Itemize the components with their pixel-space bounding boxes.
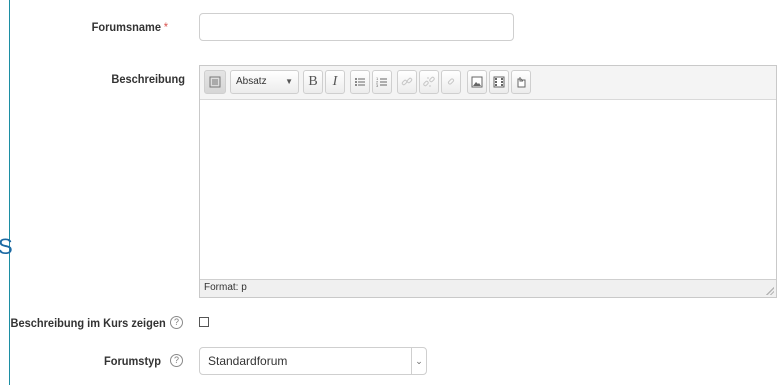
- forum-type-select[interactable]: Standardforum ⌄: [199, 347, 427, 375]
- required-marker: *: [163, 20, 168, 34]
- paragraph-format-value: Absatz: [236, 76, 267, 87]
- paragraph-format-select[interactable]: Absatz ▼: [230, 70, 299, 94]
- image-icon: [471, 76, 483, 88]
- bold-button[interactable]: B: [303, 70, 323, 94]
- help-icon[interactable]: ?: [170, 316, 183, 329]
- media-button[interactable]: [489, 70, 509, 94]
- unordered-list-button[interactable]: [350, 70, 370, 94]
- forum-type-value: Standardforum: [208, 354, 288, 368]
- forumname-label-text: Forumsname: [91, 20, 161, 34]
- editor-content-area[interactable]: [200, 100, 776, 280]
- file-icon: [517, 77, 526, 88]
- anchor-button[interactable]: [441, 70, 461, 94]
- edge-letter: S: [0, 234, 13, 259]
- forum-type-label: Forumstyp: [103, 354, 161, 368]
- description-editor: Absatz ▼ B I 1 2 3 Format: p: [199, 65, 777, 298]
- link-button[interactable]: [397, 70, 417, 94]
- chevron-down-icon: ▼: [285, 77, 293, 86]
- editor-format-status: Format: p: [204, 282, 247, 293]
- forumname-input[interactable]: [199, 13, 514, 41]
- unlink-button[interactable]: [419, 70, 439, 94]
- forum-settings-form: S Forumsname* Beschreibung Absatz ▼ B I: [0, 0, 778, 385]
- image-button[interactable]: [467, 70, 487, 94]
- media-icon: [493, 76, 505, 88]
- show-description-label: Beschreibung im Kurs zeigen: [10, 316, 166, 330]
- ordered-list-button[interactable]: 1 2 3: [372, 70, 392, 94]
- description-label: Beschreibung: [111, 72, 185, 86]
- svg-text:3: 3: [376, 83, 379, 88]
- link-icon: [401, 77, 413, 86]
- resize-grip-icon[interactable]: [764, 285, 774, 295]
- editor-toolbar: Absatz ▼ B I 1 2 3: [200, 66, 776, 100]
- italic-button[interactable]: I: [325, 70, 345, 94]
- editor-statusbar: Format: p: [200, 279, 776, 297]
- ordered-list-icon: 1 2 3: [376, 76, 387, 88]
- forumname-label: Forumsname *: [92, 20, 168, 34]
- chevron-down-icon: ⌄: [411, 348, 426, 374]
- anchor-icon: [447, 78, 455, 85]
- show-description-checkbox[interactable]: [199, 317, 209, 327]
- toolbar-toggle-button[interactable]: [204, 70, 226, 94]
- unlink-icon: [423, 76, 435, 87]
- file-manager-button[interactable]: [511, 70, 531, 94]
- toolbar-toggle-icon: [209, 76, 221, 88]
- unordered-list-icon: [355, 78, 365, 86]
- help-icon[interactable]: ?: [170, 354, 183, 367]
